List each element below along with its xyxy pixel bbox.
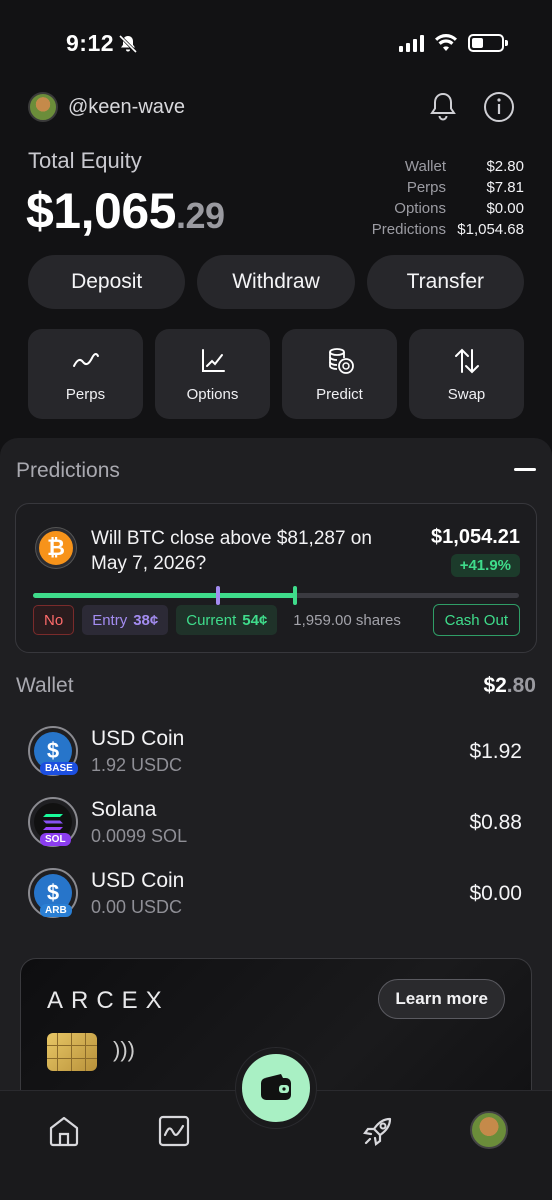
arcex-logo: ARCEX [47,987,170,1014]
equity-whole: $1,065 [26,183,176,239]
collapse-minus-icon[interactable] [514,468,536,471]
network-badge: SOL [40,833,71,846]
contactless-icon: ))) [113,1037,135,1062]
breakdown-label: Perps [406,179,446,196]
breakdown-row: Perps $7.81 [324,179,524,200]
chart-axis-icon [201,348,225,372]
current-label: Current [186,611,237,629]
wifi-icon [435,34,457,51]
asset-name: USD Coin [91,727,185,750]
breakdown-row: Options $0.00 [324,200,524,221]
prediction-card[interactable]: ₿ Will BTC close above $81,287 on May 7,… [15,503,537,653]
prediction-chips: No Entry 38¢ Current 54¢ 1,959.00 shares [33,605,401,635]
asset-name: Solana [91,798,157,821]
equity-cents: .29 [175,195,225,236]
status-time: 9:12 [66,30,115,56]
card-chip-icon [47,1033,97,1071]
asset-amount: 0.00 USDC [91,897,183,917]
network-badge: BASE [40,762,78,775]
prediction-question: Will BTC close above $81,287 on May 7, 2… [91,528,372,574]
breakdown-value: $1,054.68 [457,221,524,238]
notification-bell-icon[interactable] [426,90,460,124]
tile-label: Predict [316,385,363,403]
tile-options[interactable]: Options [155,329,270,419]
shares-count: 1,959.00 shares [293,611,401,629]
tile-perps[interactable]: Perps [28,329,143,419]
current-value: 54¢ [242,611,268,629]
withdraw-button[interactable]: Withdraw [197,255,355,309]
breakdown-label: Wallet [404,158,446,175]
total-equity-label: Total Equity [28,148,142,173]
total-equity-value: $1,065.29 [26,182,225,240]
tile-swap[interactable]: Swap [409,329,524,419]
predictions-title: Predictions [16,459,120,482]
wallet-total-whole: $2 [483,674,507,697]
wallet-asset-row[interactable]: $ ARB USD Coin 0.00 USDC $0.00 [28,868,522,930]
wallet-asset-row[interactable]: SOL Solana 0.0099 SOL $0.88 [28,797,522,859]
breakdown-row: Predictions $1,054.68 [324,221,524,242]
asset-amount: 0.0099 SOL [91,826,188,846]
bell-muted-icon [118,34,138,54]
avatar[interactable] [28,92,58,122]
profile-header: @keen-wave [28,90,516,126]
entry-label: Entry [92,611,128,629]
tile-label: Options [186,385,239,403]
breakdown-label: Options [394,200,446,217]
asset-value: $0.88 [469,811,522,834]
asset-value: $1.92 [469,740,522,763]
home-icon[interactable] [46,1113,82,1149]
portfolio-sheet: Predictions ₿ Will BTC close above $81,2… [0,438,552,1158]
swap-arrows-icon [454,348,479,373]
price-progress-track [33,586,519,605]
wallet-title: Wallet [16,674,74,697]
equity-breakdown: Wallet $2.80 Perps $7.81 Options $0.00 Pred… [324,158,524,242]
entry-marker [215,586,220,605]
price-progress-fill [33,593,296,598]
current-marker [293,586,298,605]
asset-name: USD Coin [91,869,185,892]
asset-value: $0.00 [469,882,522,905]
learn-more-button[interactable]: Learn more [378,979,505,1019]
username[interactable]: @keen-wave [68,96,185,119]
breakdown-value: $0.00 [486,200,524,217]
deposit-button[interactable]: Deposit [28,255,186,309]
rocket-icon[interactable] [360,1113,396,1149]
profile-avatar-tab[interactable] [470,1111,508,1149]
trend-line-icon [72,352,99,367]
info-icon[interactable] [482,90,516,124]
wallet-asset-row[interactable]: $ BASE USD Coin 1.92 USDC $1.92 [28,726,522,788]
feature-tiles: Perps Options Predict Swap [28,329,524,419]
wallet-icon [261,1074,291,1100]
wallet-total: $2.80 [483,674,536,698]
status-bar: 9:12 [0,0,552,80]
cash-out-button[interactable]: Cash Out [432,604,520,636]
breakdown-row: Wallet $2.80 [324,158,524,179]
cellular-signal-icon [399,34,424,52]
current-chip: Current 54¢ [176,605,278,635]
bitcoin-icon: ₿ [36,528,76,568]
breakdown-value: $7.81 [486,179,524,196]
coin-stack-icon [328,347,354,374]
chart-icon[interactable] [156,1113,192,1149]
battery-icon [468,34,508,52]
wallet-total-cents: .80 [506,674,536,697]
action-buttons: Deposit Withdraw Transfer [28,255,524,309]
wallet-fab-button[interactable] [236,1048,316,1128]
outcome-badge: No [33,605,75,635]
entry-value: 38¢ [133,611,159,629]
prediction-change: +41.9% [450,554,520,577]
network-badge: ARB [40,904,72,917]
tile-label: Perps [65,385,106,403]
tile-label: Swap [447,385,486,403]
breakdown-value: $2.80 [486,158,524,175]
tile-predict[interactable]: Predict [282,329,397,419]
asset-amount: 1.92 USDC [91,755,183,775]
breakdown-label: Predictions [371,221,446,238]
transfer-button[interactable]: Transfer [366,255,524,309]
prediction-amount: $1,054.21 [431,526,520,548]
entry-chip: Entry 38¢ [82,605,169,635]
